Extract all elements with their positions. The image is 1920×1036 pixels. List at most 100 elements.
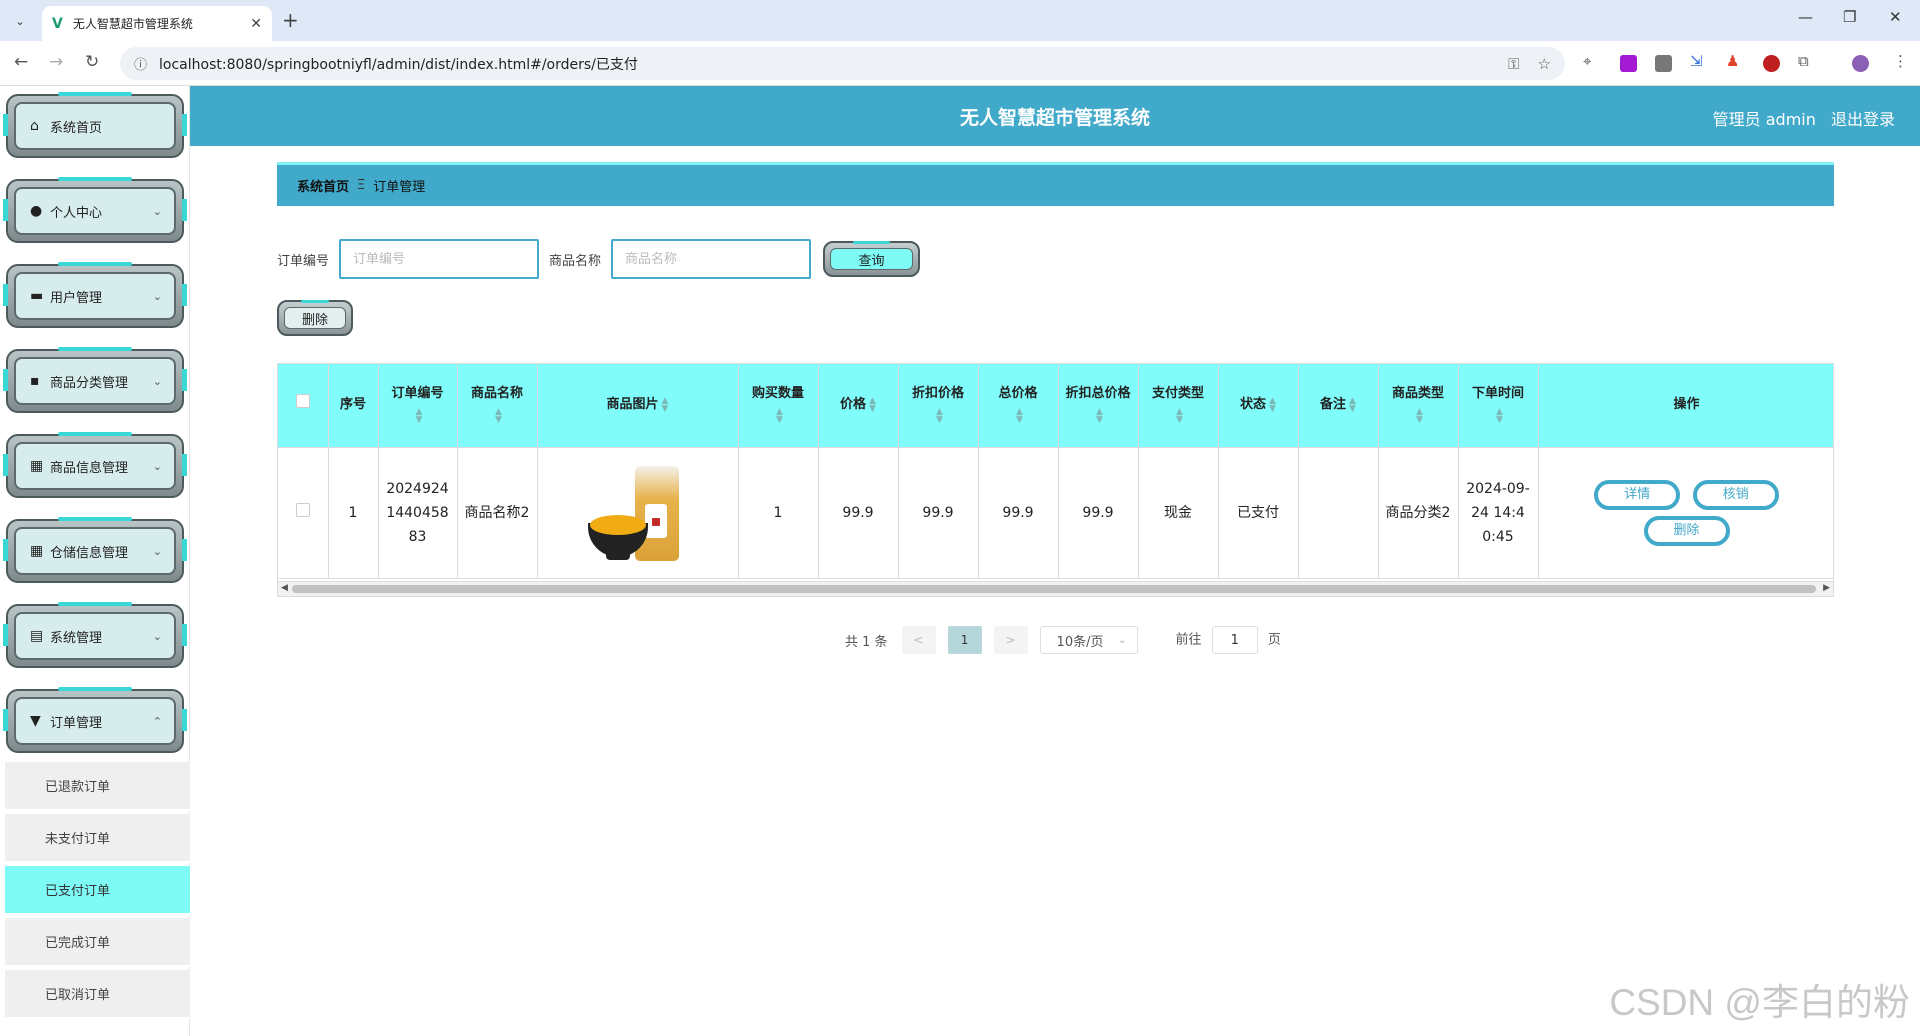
col-header[interactable]: 折扣总价格▲ ▼ bbox=[1058, 364, 1139, 448]
sidebar-item-system-management[interactable]: ▤ 系统管理 ⌄ bbox=[3, 602, 187, 668]
url-text[interactable]: localhost:8080/springbootniyfl/admin/dis… bbox=[159, 54, 1490, 74]
new-tab-icon[interactable]: + bbox=[282, 8, 299, 32]
close-tab-icon[interactable]: ✕ bbox=[250, 16, 262, 32]
cell-price: 99.9 bbox=[818, 447, 899, 579]
scrollbar-thumb[interactable] bbox=[292, 585, 1816, 593]
goto-page-input[interactable] bbox=[1211, 626, 1258, 654]
extension-blue-icon[interactable]: ⇲ bbox=[1690, 52, 1703, 70]
browser-tab[interactable]: V 无人智慧超市管理系统 ✕ bbox=[42, 6, 272, 41]
sidebar-item-home[interactable]: ⌂ 系统首页 bbox=[3, 92, 187, 158]
sidebar-item-order-management[interactable]: ▼ 订单管理 ⌃ bbox=[3, 687, 187, 753]
sidebar-subitem-completed[interactable]: 已完成订单 bbox=[5, 918, 190, 967]
extension-red-icon[interactable] bbox=[1763, 55, 1780, 72]
extension-purple-icon[interactable] bbox=[1620, 55, 1637, 72]
cell-discount-price: 99.9 bbox=[898, 447, 979, 579]
next-page-button[interactable]: > bbox=[993, 626, 1028, 654]
chat-icon: ▪ bbox=[30, 373, 40, 389]
col-header[interactable]: 购买数量 ▲ ▼ bbox=[738, 364, 819, 448]
col-header[interactable]: 价格 ▲ ▼ bbox=[818, 364, 899, 448]
site-info-icon[interactable]: ⓘ bbox=[134, 54, 147, 73]
extension-cursor-icon[interactable]: ⌖ bbox=[1583, 52, 1591, 70]
scroll-right-icon[interactable]: ▶ bbox=[1823, 583, 1830, 593]
sort-icon: ▲ ▼ bbox=[1096, 406, 1103, 425]
page-size-value: 10条/页 bbox=[1056, 634, 1104, 650]
row-delete-button[interactable]: 删除 bbox=[1643, 515, 1730, 546]
total-count: 共 1 条 bbox=[845, 634, 888, 650]
cell-pay-type: 现金 bbox=[1138, 447, 1219, 579]
cell-order-no: 20249241440458 83 bbox=[378, 447, 458, 579]
col-header[interactable]: 商品图片 ▲ ▼ bbox=[537, 364, 739, 448]
product-name-input[interactable] bbox=[611, 239, 812, 279]
logout-link[interactable]: 退出登录 bbox=[1831, 110, 1895, 129]
cell-product-type: 商品分类2 bbox=[1378, 447, 1459, 579]
detail-button[interactable]: 详情 bbox=[1594, 479, 1681, 510]
horizontal-scrollbar[interactable]: ◀ ▶ bbox=[278, 581, 1833, 596]
forward-icon[interactable]: → bbox=[49, 52, 63, 72]
browser-menu-icon[interactable]: ⋮ bbox=[1893, 52, 1908, 70]
col-header[interactable]: 备注 ▲ ▼ bbox=[1298, 364, 1379, 448]
col-header[interactable]: 订单编号 ▲ ▼ bbox=[378, 364, 458, 448]
search-form: 订单编号 商品名称 查询 bbox=[277, 239, 921, 279]
reload-icon[interactable]: ↻ bbox=[85, 52, 99, 72]
row-checkbox[interactable] bbox=[295, 502, 310, 517]
col-header[interactable]: 总价格 ▲ ▼ bbox=[978, 364, 1059, 448]
sidebar-item-category-management[interactable]: ▪ 商品分类管理 ⌄ bbox=[3, 347, 187, 413]
extension-gray-icon[interactable] bbox=[1655, 55, 1672, 72]
col-header[interactable]: 下单时间 ▲ ▼ bbox=[1458, 364, 1539, 448]
sidebar-item-product-management[interactable]: ▦ 商品信息管理 ⌄ bbox=[3, 432, 187, 498]
omnibox[interactable]: ⓘ localhost:8080/springbootniyfl/admin/d… bbox=[120, 47, 1565, 80]
restore-icon[interactable]: ❐ bbox=[1843, 8, 1856, 26]
orders-table: 序号 订单编号 ▲ ▼ 商品名称 ▲ ▼ 商品图片 ▲ ▼ 购买数量 ▲ ▼ 价格 ▲ ▼ 折扣价格… bbox=[277, 363, 1834, 597]
profile-avatar-icon[interactable] bbox=[1852, 55, 1869, 72]
sidebar-item-personal-center[interactable]: ● 个人中心 ⌄ bbox=[3, 177, 187, 243]
col-header[interactable]: 折扣价格 ▲ ▼ bbox=[898, 364, 979, 448]
verify-button[interactable]: 核销 bbox=[1692, 479, 1779, 510]
sidebar-item-label: 系统管理 bbox=[50, 630, 103, 646]
col-header: 操作 bbox=[1538, 364, 1833, 448]
sidebar-item-user-management[interactable]: ▬ 用户管理 ⌄ bbox=[3, 262, 187, 328]
scroll-left-icon[interactable]: ◀ bbox=[281, 583, 288, 593]
extension-orange-icon[interactable]: ♟ bbox=[1726, 52, 1739, 70]
page-number-button[interactable]: 1 bbox=[947, 626, 982, 654]
cell-quantity: 1 bbox=[738, 447, 819, 579]
prev-page-button[interactable]: < bbox=[901, 626, 936, 654]
order-no-input[interactable] bbox=[339, 239, 540, 279]
sidebar-subitem-cancelled[interactable]: 已取消订单 bbox=[5, 970, 190, 1019]
col-header[interactable]: 商品名称 ▲ ▼ bbox=[457, 364, 538, 448]
sidebar-subitem-paid[interactable]: 已支付订单 bbox=[5, 866, 190, 915]
sidebar-item-warehouse-management[interactable]: ▦ 仓储信息管理 ⌄ bbox=[3, 517, 187, 583]
bookmark-star-icon[interactable]: ☆ bbox=[1538, 55, 1551, 73]
page-suffix: 页 bbox=[1267, 632, 1281, 648]
col-header[interactable]: 状态 ▲ ▼ bbox=[1218, 364, 1299, 448]
select-all-checkbox[interactable] bbox=[295, 394, 310, 409]
tab-title: 无人智慧超市管理系统 bbox=[72, 17, 193, 31]
password-key-icon[interactable]: ⚿ bbox=[1508, 55, 1519, 73]
goto-page: 前往 页 bbox=[1176, 626, 1281, 654]
vue-favicon-icon: V bbox=[52, 15, 63, 32]
sort-icon: ▲ ▼ bbox=[869, 395, 876, 414]
col-header[interactable]: 支付类型 ▲ ▼ bbox=[1138, 364, 1219, 448]
minimize-icon[interactable]: — bbox=[1798, 8, 1813, 26]
csdn-watermark: CSDN @李白的粉 bbox=[1609, 982, 1910, 1023]
query-button[interactable]: 查询 bbox=[823, 241, 921, 277]
sort-icon: ▲ ▼ bbox=[1416, 406, 1423, 425]
back-icon[interactable]: ← bbox=[14, 52, 28, 72]
tab-search-icon[interactable]: ⌄ bbox=[8, 9, 32, 33]
millet-product-image[interactable] bbox=[587, 461, 688, 565]
sidebar-item-label: 个人中心 bbox=[50, 205, 103, 221]
col-header[interactable]: 商品类型 ▲ ▼ bbox=[1378, 364, 1459, 448]
row-select-cell bbox=[278, 447, 329, 579]
table-header-row: 序号 订单编号 ▲ ▼ 商品名称 ▲ ▼ 商品图片 ▲ ▼ 购买数量 ▲ ▼ 价格 ▲ ▼ 折扣价格… bbox=[278, 364, 1833, 448]
sort-icon: ▲ ▼ bbox=[936, 406, 943, 425]
sidebar-subitem-unpaid[interactable]: 未支付订单 bbox=[5, 814, 190, 863]
sidebar-subitem-refunded[interactable]: 已退款订单 bbox=[5, 762, 190, 811]
close-window-icon[interactable]: ✕ bbox=[1889, 8, 1902, 26]
breadcrumb-home[interactable]: 系统首页 bbox=[297, 176, 349, 195]
sidebar-item-label: 商品分类管理 bbox=[50, 375, 129, 391]
cell-status: 已支付 bbox=[1218, 447, 1299, 579]
cell-product-image bbox=[537, 447, 739, 579]
sidebar-item-label: 系统首页 bbox=[50, 120, 103, 136]
extensions-puzzle-icon[interactable]: ⧉ bbox=[1798, 52, 1809, 70]
batch-delete-button[interactable]: 删除 bbox=[277, 300, 353, 336]
page-size-select[interactable]: 10条/页 ⌄ bbox=[1039, 626, 1138, 654]
